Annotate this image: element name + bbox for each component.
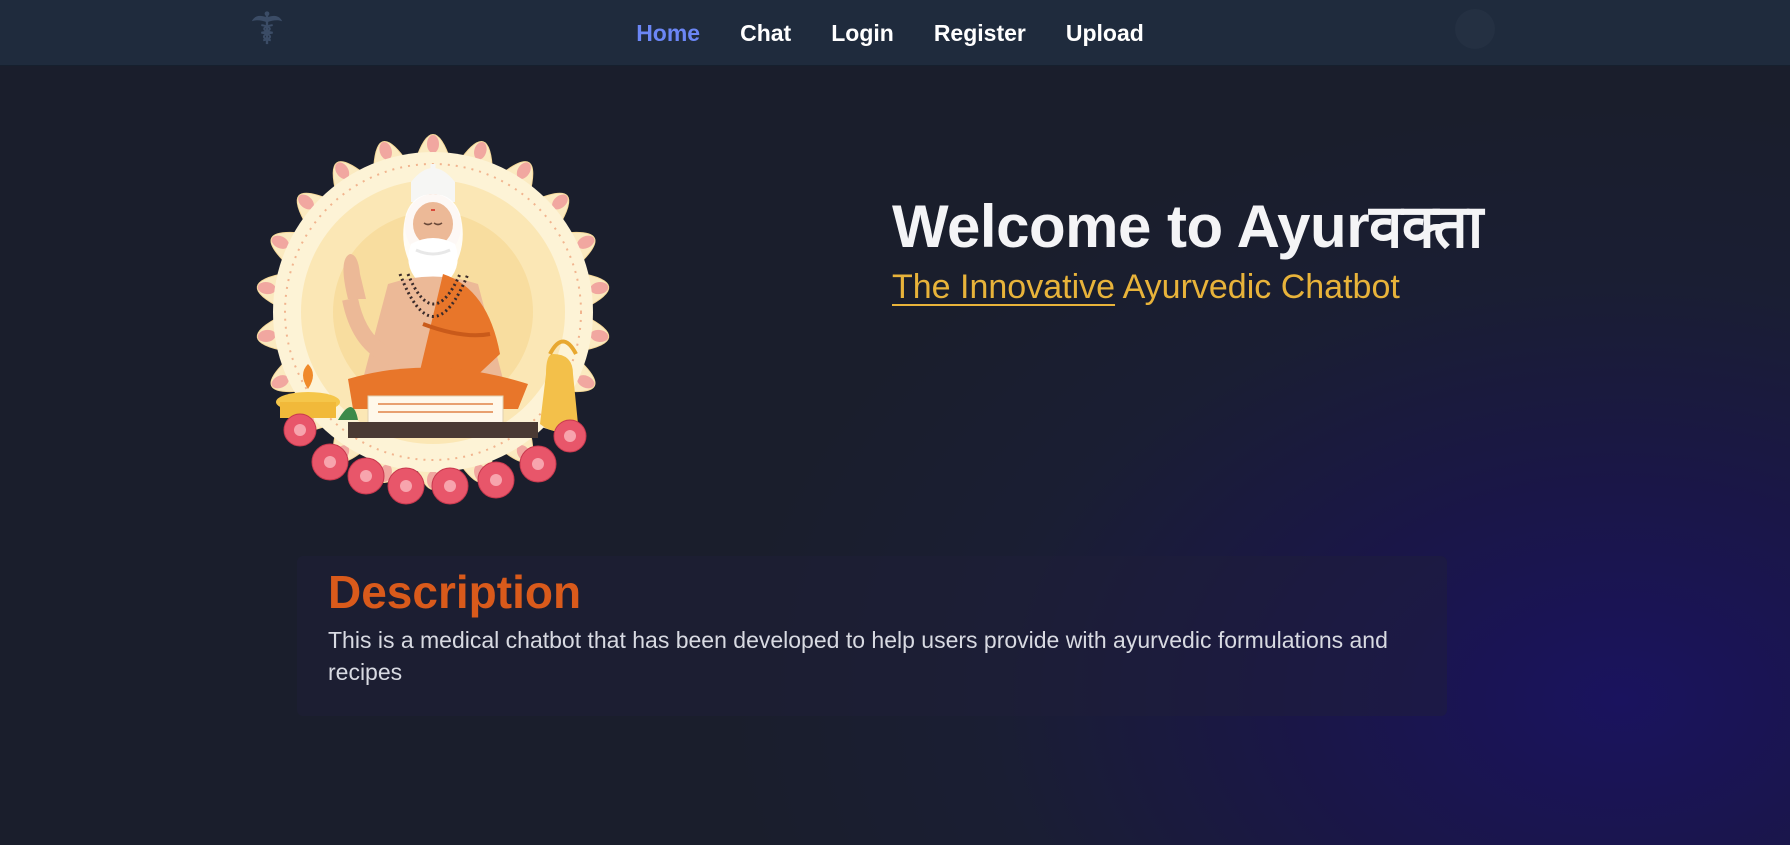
hero-subtitle-rest: Ayurvedic Chatbot: [1115, 268, 1400, 306]
nav-chat[interactable]: Chat: [740, 20, 791, 47]
mandala-petal-dot: [427, 135, 439, 153]
nav-login[interactable]: Login: [831, 20, 894, 47]
nav-upload[interactable]: Upload: [1066, 20, 1144, 47]
user-avatar[interactable]: [1455, 9, 1495, 49]
nav-home[interactable]: Home: [636, 20, 700, 47]
navbar: Home Chat Login Register Upload: [0, 0, 1790, 66]
hero-title: Welcome to Ayurवक्ता: [892, 193, 1483, 260]
hero-subtitle: The Innovative Ayurvedic Chatbot: [892, 268, 1400, 307]
hero-subtitle-underlined: The Innovative: [892, 268, 1116, 306]
ayurveda-sage-illustration: [256, 134, 610, 505]
nav-links: Home Chat Login Register Upload: [0, 0, 1790, 66]
nav-register[interactable]: Register: [934, 20, 1026, 47]
description-title: Description: [328, 566, 582, 618]
description-text: This is a medical chatbot that has been …: [328, 627, 1388, 685]
